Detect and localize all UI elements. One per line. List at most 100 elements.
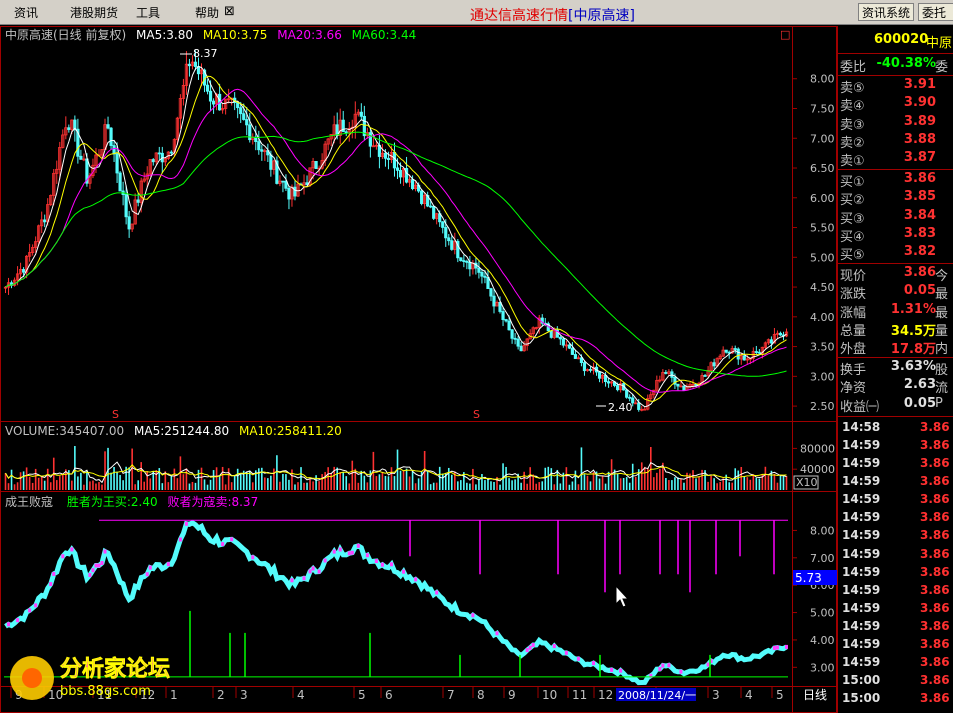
quote-row: 卖① 3.87 bbox=[838, 150, 953, 169]
candle-body bbox=[106, 124, 110, 129]
candle-body bbox=[724, 349, 728, 353]
candle-body bbox=[410, 179, 415, 189]
quote-value: 3.88 bbox=[903, 131, 936, 147]
tick-price: 3.86 bbox=[920, 510, 950, 525]
candle-body bbox=[383, 152, 388, 159]
candle-body bbox=[507, 320, 511, 331]
info-system-button[interactable]: 资讯系统 bbox=[858, 3, 915, 21]
ma5-label: MA5:3.80 bbox=[136, 28, 193, 42]
quote-label: 委比 bbox=[840, 60, 867, 75]
candle-body bbox=[157, 152, 161, 155]
quote-label: 卖③ bbox=[840, 117, 865, 133]
candle-body bbox=[211, 100, 216, 105]
quote-row: 换手 3.63% 股 bbox=[838, 359, 953, 379]
tick-price: 3.86 bbox=[920, 456, 950, 470]
quote-label: 买④ bbox=[840, 229, 865, 245]
quote-label: 买① bbox=[840, 175, 865, 191]
ma5-line bbox=[5, 65, 787, 408]
candle-body bbox=[606, 381, 611, 384]
candle-body bbox=[513, 337, 517, 340]
tick-time: 14:59 bbox=[842, 546, 881, 561]
quote-label: 涨跌 bbox=[840, 287, 867, 303]
candle-body bbox=[245, 119, 249, 126]
tick-price: 3.86 bbox=[920, 474, 950, 489]
quote-label: 换手 bbox=[840, 363, 867, 379]
quote-side-panel: 600020 中原 委比 -40.38% 委卖⑤ 3.91 卖④ 3.90 卖③ 3.89 卖②… bbox=[837, 26, 953, 713]
tick-price: 3.86 bbox=[920, 618, 950, 633]
price-tick-label: 6.00 bbox=[810, 192, 835, 205]
tick-time: 14:59 bbox=[842, 637, 881, 651]
volume-tick-label: 80000 bbox=[800, 442, 835, 455]
quote-row: 净资 2.63 流 bbox=[838, 377, 953, 397]
candle-body bbox=[465, 260, 469, 263]
date-tick-label: 4 bbox=[297, 688, 305, 702]
quote-row: 外盘 17.8万内 bbox=[838, 338, 953, 357]
quote-row: 卖② 3.88 bbox=[838, 131, 953, 151]
date-tick-label: 5 bbox=[776, 688, 784, 702]
candle-body bbox=[112, 145, 116, 155]
candle-body bbox=[754, 351, 758, 353]
candle-body bbox=[79, 155, 83, 160]
quote-label: 买③ bbox=[840, 211, 865, 227]
tick-row: 14:59 3.86 bbox=[838, 492, 953, 510]
menu-info[interactable]: 资讯 bbox=[14, 4, 38, 21]
date-tick-label: 10 bbox=[542, 688, 557, 702]
close-icon[interactable]: ⊠ bbox=[224, 4, 235, 19]
candle-body bbox=[558, 336, 562, 340]
menu-hk-futures[interactable]: 港股期货 bbox=[70, 4, 118, 21]
candle-body bbox=[567, 344, 571, 349]
candle-body bbox=[368, 132, 372, 147]
tick-time: 14:59 bbox=[842, 474, 881, 489]
tick-time: 14:59 bbox=[842, 600, 881, 615]
volume-tick-label: 40000 bbox=[800, 463, 835, 476]
date-tick-label: 2 bbox=[217, 688, 225, 702]
quote-label: 卖⑤ bbox=[840, 81, 865, 97]
stock-code-row: 600020 中原 bbox=[838, 32, 953, 52]
indicator-axis: 8.007.006.005.004.003.00 bbox=[792, 524, 835, 674]
tick-row: 15:00 3.86 bbox=[838, 691, 953, 709]
trade-button[interactable]: 委托 bbox=[918, 3, 953, 21]
candle-body bbox=[124, 194, 128, 218]
quote-row: 涨幅 1.31% 最 bbox=[838, 302, 953, 321]
candle-body bbox=[573, 354, 578, 359]
candle-body bbox=[269, 154, 273, 170]
tick-time: 14:58 bbox=[842, 419, 881, 434]
period-label[interactable]: 日线 bbox=[803, 688, 827, 702]
main-panel-header: 中原高速(日线 前复权) MA5:3.80 MA10:3.75 MA20:3.6… bbox=[5, 27, 416, 42]
volume-ma10-label: MA10:258411.20 bbox=[239, 424, 342, 438]
quote-label: 卖① bbox=[840, 154, 865, 169]
candle-body bbox=[314, 161, 318, 170]
menu-help[interactable]: 帮助 bbox=[195, 4, 219, 21]
tick-row: 14:59 3.86 bbox=[838, 474, 953, 492]
quote-value: 3.85 bbox=[903, 189, 936, 205]
low-price-label: 2.40 bbox=[608, 401, 633, 414]
volume-ma5-label: MA5:251244.80 bbox=[134, 424, 229, 438]
price-axis: 8.00 7.50 7.00 6.50 6.00 5.50 5.00 4.50 4.00 3.50… bbox=[792, 73, 835, 413]
candle-body bbox=[205, 84, 210, 92]
volume-axis: 80000 40000 bbox=[792, 442, 835, 476]
candle-body bbox=[236, 102, 240, 109]
candle-body bbox=[444, 227, 448, 239]
candle-body bbox=[371, 145, 375, 148]
candle-body bbox=[447, 237, 451, 242]
candle-body bbox=[742, 355, 746, 361]
indicator-current-value: 5.73 bbox=[795, 571, 822, 585]
indicator-sell-label: 败者为寇卖:8.37 bbox=[167, 494, 258, 509]
candle-body bbox=[118, 172, 122, 192]
candle-body bbox=[208, 90, 213, 102]
quote-ext-label: 内 bbox=[935, 342, 949, 357]
window-box-icon[interactable]: □ bbox=[780, 28, 790, 41]
quote-ext-label: 流 bbox=[935, 381, 949, 397]
candle-body bbox=[67, 127, 71, 130]
quote-ext-label: 委 bbox=[935, 60, 949, 75]
candle-body bbox=[151, 159, 155, 163]
candle-body bbox=[733, 348, 737, 350]
tick-time: 14:59 bbox=[842, 510, 881, 525]
quote-row: 买⑤ 3.82 bbox=[838, 244, 953, 263]
date-tick-label: 9 bbox=[508, 688, 516, 702]
tick-price: 3.86 bbox=[920, 655, 950, 670]
candle-body bbox=[136, 199, 140, 203]
tick-row: 14:59 3.86 bbox=[838, 655, 953, 673]
tick-row: 15:00 3.86 bbox=[838, 673, 953, 691]
menu-tools[interactable]: 工具 bbox=[136, 4, 160, 21]
